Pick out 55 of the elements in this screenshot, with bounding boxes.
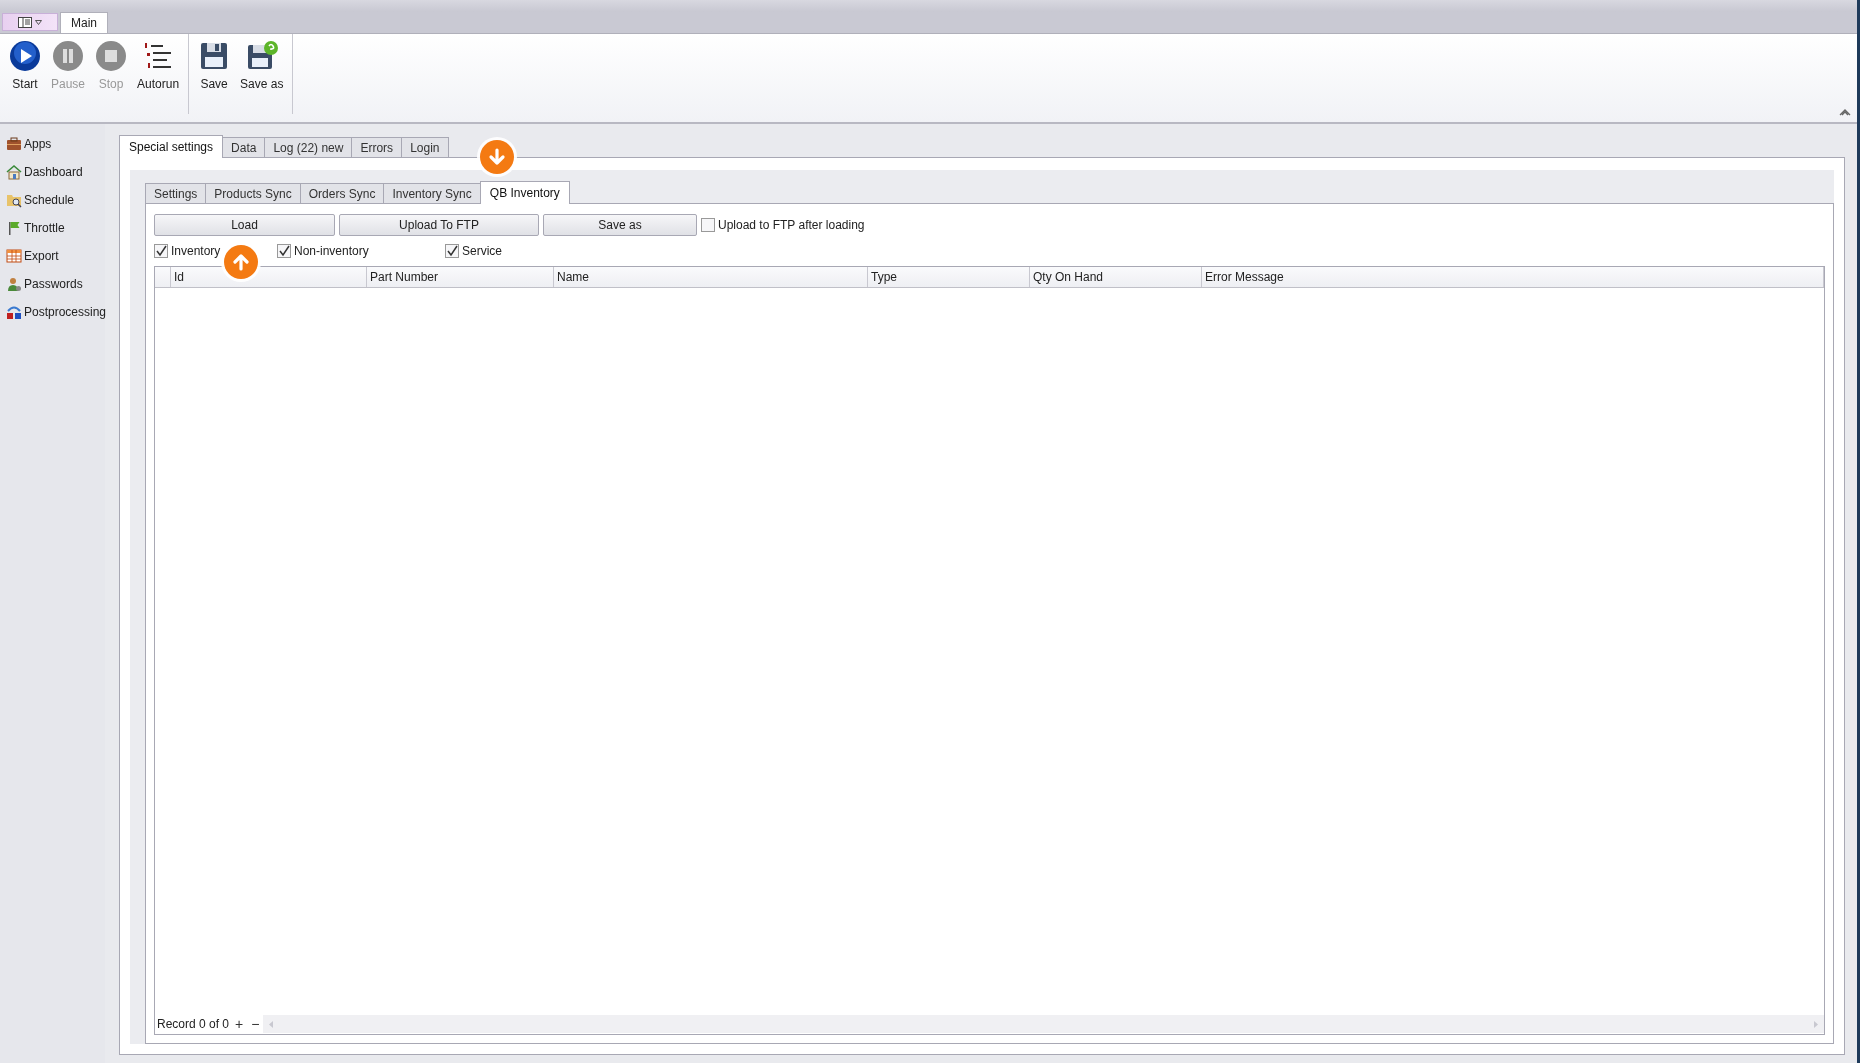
- add-record-button[interactable]: +: [231, 1016, 248, 1032]
- tab[interactable]: Products Sync: [205, 183, 301, 203]
- checkbox-label: Service: [462, 244, 502, 258]
- ribbon-button[interactable]: Save as: [235, 38, 289, 93]
- ribbon-tab[interactable]: Main: [60, 12, 108, 33]
- collapse-icon[interactable]: [1839, 108, 1851, 116]
- column-header[interactable]: Name: [554, 267, 868, 287]
- tab[interactable]: Orders Sync: [299, 183, 385, 203]
- tab[interactable]: Log (22) new: [264, 137, 353, 157]
- panel-layout-icon: [18, 16, 32, 28]
- sidebar-item[interactable]: Throttle: [0, 214, 71, 242]
- layout-menu-button[interactable]: [2, 13, 58, 31]
- ribbon-button[interactable]: Save: [193, 38, 236, 93]
- tab[interactable]: Login: [401, 137, 449, 157]
- load-button[interactable]: Load: [154, 214, 335, 236]
- checkbox[interactable]: [277, 244, 291, 258]
- checkbox-label: Non-inventory: [294, 244, 369, 258]
- flag-icon: [6, 220, 22, 236]
- user-gear-icon: [6, 276, 22, 292]
- checkbox-label: Upload to FTP after loading: [718, 218, 865, 232]
- dropdown-caret-icon: [35, 19, 42, 25]
- sidebar-item[interactable]: Apps: [0, 130, 58, 158]
- tab[interactable]: QB Inventory: [479, 181, 570, 204]
- checkbox[interactable]: [701, 218, 715, 232]
- column-header[interactable]: Part Number: [367, 267, 554, 287]
- column-header[interactable]: Error Message: [1202, 267, 1824, 287]
- tab[interactable]: Inventory Sync: [383, 183, 481, 203]
- folder-magnifier-icon: [6, 192, 22, 208]
- stop-icon: [95, 40, 128, 72]
- tab[interactable]: Special settings: [119, 135, 224, 158]
- column-header[interactable]: Type: [868, 267, 1030, 287]
- ab-arrow-icon: [6, 304, 22, 320]
- briefcase-icon: [6, 136, 22, 152]
- sidebar-item[interactable]: Export: [0, 242, 65, 270]
- pause-icon: [52, 40, 84, 72]
- house-icon: [6, 164, 22, 180]
- tab[interactable]: Data: [222, 137, 266, 157]
- save-as-button[interactable]: Save as: [543, 214, 697, 236]
- ribbon-button[interactable]: Start: [4, 38, 46, 93]
- checkbox[interactable]: [154, 244, 168, 258]
- ribbon-button[interactable]: Autorun: [132, 38, 185, 93]
- tab[interactable]: Errors: [351, 137, 403, 157]
- record-counter: Record 0 of 0: [156, 1017, 231, 1031]
- checkbox-label: Inventory: [171, 244, 221, 258]
- sidebar-item[interactable]: Schedule: [0, 186, 81, 214]
- column-header[interactable]: Qty On Hand: [1030, 267, 1202, 287]
- sidebar-item[interactable]: Postprocessing: [0, 298, 113, 326]
- checkbox[interactable]: [445, 244, 459, 258]
- upload-button[interactable]: Upload To FTP: [339, 214, 539, 236]
- play-icon: [9, 40, 41, 72]
- tab[interactable]: Settings: [145, 183, 207, 203]
- table-icon: [6, 248, 22, 264]
- sidebar-item[interactable]: Dashboard: [0, 158, 89, 186]
- sidebar-item[interactable]: Passwords: [0, 270, 89, 298]
- remove-record-button[interactable]: −: [247, 1016, 264, 1032]
